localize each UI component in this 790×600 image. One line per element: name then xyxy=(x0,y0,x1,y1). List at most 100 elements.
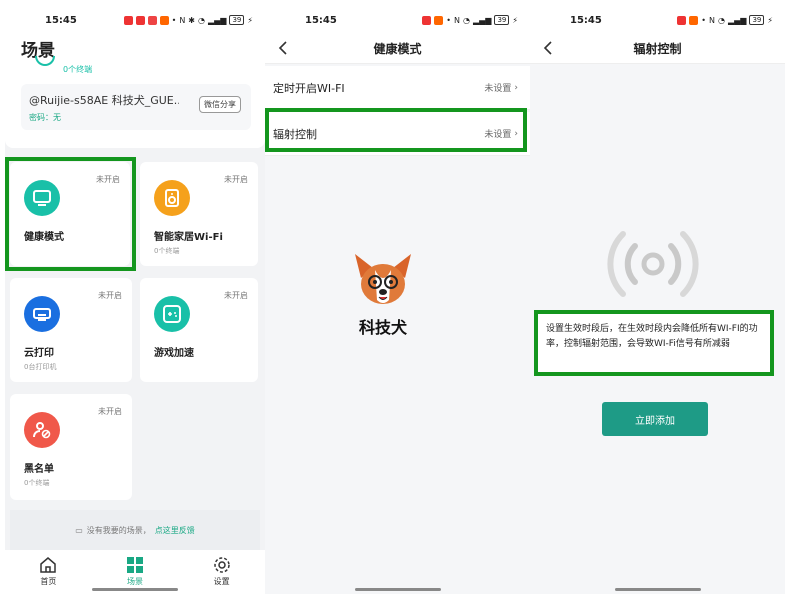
wifi-icon: ◔ xyxy=(718,15,725,25)
signal-icon: ▂▄▆ xyxy=(727,15,747,25)
tile-status: 未开启 xyxy=(98,291,122,300)
tab-home[interactable]: 首页 xyxy=(18,556,78,587)
tile-label: 云打印 xyxy=(24,348,54,359)
app-notification-icon xyxy=(123,15,133,25)
watermark-mascot: 科技犬 xyxy=(345,250,421,346)
block-user-icon xyxy=(24,412,60,448)
charging-icon: ⚡ xyxy=(512,15,518,25)
chevron-right-icon: › xyxy=(514,128,518,139)
tile-status: 未开启 xyxy=(96,175,120,184)
tile-label: 游戏加速 xyxy=(154,348,194,359)
description-text: 设置生效时段后，在生效时段内会降低所有WI-FI的功率，控制辐射范围，会导致WI… xyxy=(546,324,758,349)
chevron-right-icon: › xyxy=(514,82,518,93)
corgi-logo-icon xyxy=(355,254,411,304)
dot-icon: • xyxy=(701,15,707,25)
chevron-left-icon xyxy=(278,41,287,55)
wifi-icon: ◔ xyxy=(198,15,205,25)
tile-label: 黑名单 xyxy=(24,464,54,475)
app-notification-icon xyxy=(677,15,687,25)
nfc-icon: N xyxy=(179,15,186,25)
signal-icon: ▂▄▆ xyxy=(472,15,492,25)
charging-icon: ⚡ xyxy=(767,15,773,25)
radiation-signal-icon xyxy=(607,231,699,297)
feedback-icon: ▭ xyxy=(75,525,83,535)
tile-game-boost[interactable]: 未开启 游戏加速 xyxy=(140,278,258,382)
row-value: 未设置 › xyxy=(484,128,518,141)
tile-status: 未开启 xyxy=(98,407,122,416)
ssid-name: @Ruijie-s58AE 科技犬_GUE... xyxy=(29,94,179,107)
grid-icon xyxy=(126,557,143,573)
battery-icon: 39 xyxy=(749,15,765,25)
status-icons: • N ✱ ◔ ▂▄▆ 39 ⚡ xyxy=(123,15,253,25)
charging-icon: ⚡ xyxy=(247,15,253,25)
nav-bar: 辐射控制 xyxy=(530,34,785,64)
wifi-card: 0个终端 @Ruijie-s58AE 科技犬_GUE... 密码：无 微信分享 xyxy=(5,56,265,148)
gear-icon xyxy=(213,557,230,573)
bluetooth-icon: ✱ xyxy=(188,15,195,25)
nfc-icon: N xyxy=(454,15,460,25)
tile-smart-home-wifi[interactable]: 未开启 智能家居Wi-Fi 0个终端 xyxy=(140,162,258,266)
wifi-icon: ◔ xyxy=(463,15,470,25)
back-button[interactable] xyxy=(538,38,558,58)
printer-icon xyxy=(24,296,60,332)
ssid-box: @Ruijie-s58AE 科技犬_GUE... 密码：无 微信分享 xyxy=(21,84,251,130)
app-notification-icon xyxy=(159,15,169,25)
home-indicator xyxy=(354,588,441,591)
home-icon xyxy=(40,557,57,573)
status-time: 15:45 xyxy=(570,14,602,26)
app-notification-icon xyxy=(422,15,432,25)
tile-health-mode[interactable]: 未开启 健康模式 xyxy=(10,162,130,266)
nfc-icon: N xyxy=(709,15,715,25)
battery-icon: 39 xyxy=(494,15,510,25)
tile-sub: 0台打印机 xyxy=(24,363,57,371)
nav-bar: 健康模式 xyxy=(265,34,530,64)
row-scheduled-wifi[interactable]: 定时开启WI-FI 未设置 › xyxy=(265,66,530,110)
row-label: 定时开启WI-FI xyxy=(273,81,345,95)
tile-label: 智能家居Wi-Fi xyxy=(154,232,223,243)
dot-icon: • xyxy=(171,15,177,25)
home-indicator xyxy=(92,588,178,591)
app-notification-icon xyxy=(689,15,699,25)
page-title: 辐射控制 xyxy=(633,42,682,56)
password-label: 密码：无 xyxy=(29,113,61,122)
tile-status: 未开启 xyxy=(224,291,248,300)
row-radiation-control[interactable]: 辐射控制 未设置 › xyxy=(265,112,530,156)
tile-cloud-print[interactable]: 未开启 云打印 0台打印机 xyxy=(10,278,132,382)
device-count: 0个终端 xyxy=(63,65,93,74)
tab-label: 场景 xyxy=(126,577,143,586)
speaker-icon xyxy=(154,180,190,216)
tab-label: 设置 xyxy=(213,577,230,586)
feedback-bar: ▭ 没有我要的场景， 点这里反馈 xyxy=(10,510,260,550)
status-icons: • N ◔ ▂▄▆ 39 ⚡ xyxy=(422,15,518,25)
tile-label: 健康模式 xyxy=(24,232,64,243)
scene-screen: 15:45 • N ✱ ◔ ▂▄▆ 39 ⚡ 场景 0个终端 @Ruijie-s… xyxy=(5,0,265,594)
signal-icon: ▂▄▆ xyxy=(207,15,227,25)
description-box: 设置生效时段后，在生效时段内会降低所有WI-FI的功率，控制辐射范围，会导致WI… xyxy=(534,310,774,376)
row-value: 未设置 › xyxy=(484,82,518,95)
watermark-text: 科技犬 xyxy=(358,318,407,337)
status-time: 15:45 xyxy=(45,14,77,26)
feedback-text: 没有我要的场景， xyxy=(86,525,151,535)
wechat-share-button[interactable]: 微信分享 xyxy=(199,96,241,113)
app-notification-icon xyxy=(135,15,145,25)
tile-sub: 0个终端 xyxy=(24,479,50,487)
tile-sub: 0个终端 xyxy=(154,247,180,255)
tile-status: 未开启 xyxy=(224,175,248,184)
home-indicator xyxy=(614,588,701,591)
row-label: 辐射控制 xyxy=(273,127,317,141)
monitor-icon xyxy=(24,180,60,216)
gamepad-icon xyxy=(154,296,190,332)
radiation-control-screen: 15:45 • N ◔ ▂▄▆ 39 ⚡ 辐射控制 设置生效时段后，在生效时段内… xyxy=(530,0,785,594)
dot-icon: • xyxy=(446,15,452,25)
tab-label: 首页 xyxy=(40,577,57,586)
feedback-link[interactable]: 点这里反馈 xyxy=(155,525,195,536)
add-now-button[interactable]: 立即添加 xyxy=(602,402,708,436)
battery-icon: 39 xyxy=(229,15,245,25)
back-button[interactable] xyxy=(273,38,293,58)
tile-blacklist[interactable]: 未开启 黑名单 0个终端 xyxy=(10,394,132,500)
app-notification-icon xyxy=(147,15,157,25)
device-icon xyxy=(35,56,55,66)
app-notification-icon xyxy=(434,15,444,25)
tab-settings[interactable]: 设置 xyxy=(192,556,252,587)
tab-scene[interactable]: 场景 xyxy=(105,556,165,587)
